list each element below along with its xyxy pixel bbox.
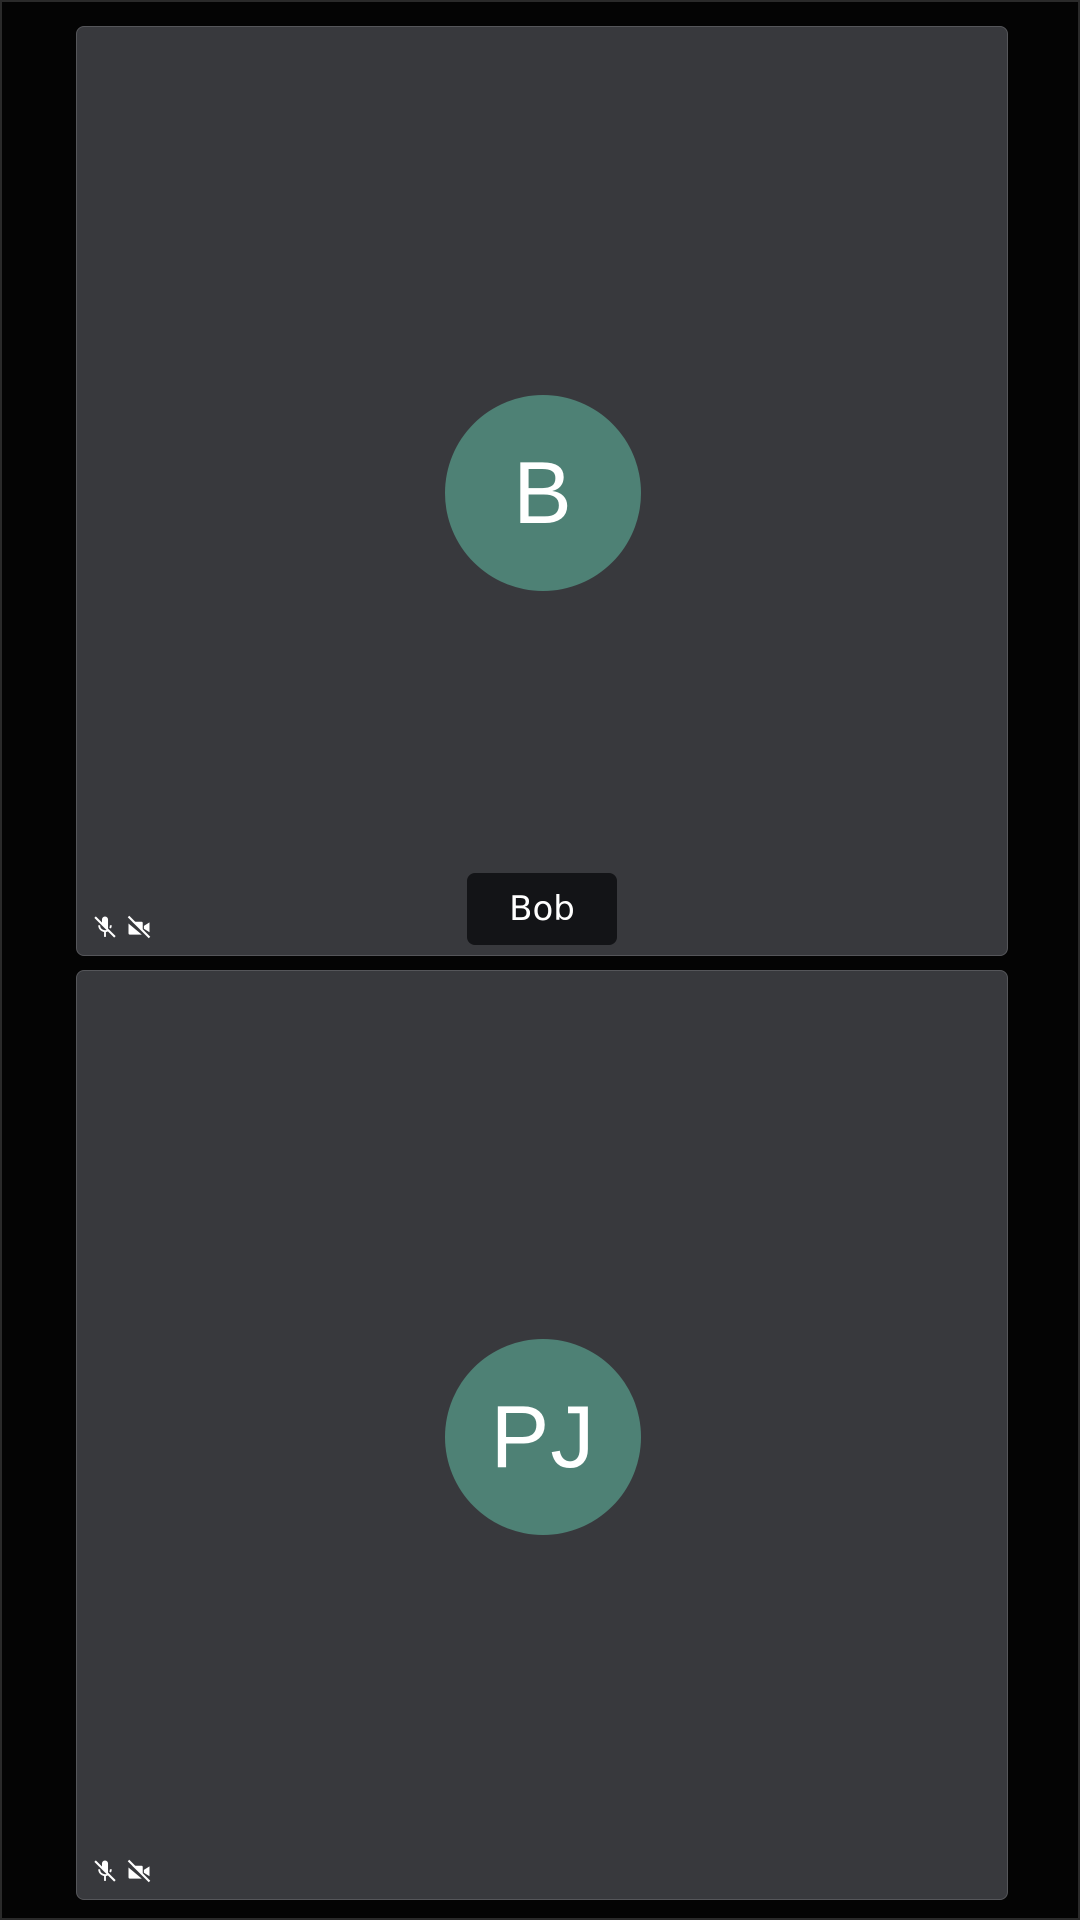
mic-off-icon [94,1860,116,1882]
mic-off-icon [94,916,116,938]
video-call-grid: B Bob PJ [0,0,1080,1920]
participant-name-label: Bob [467,873,617,945]
participant-status-icons [91,913,153,941]
participant-tile[interactable]: PJ [76,970,1008,1900]
avatar: PJ [445,1339,641,1535]
avatar-initials: B [513,443,573,542]
camera-off-icon [127,915,151,939]
participant-name: Bob [509,889,575,929]
avatar-initials: PJ [490,1387,596,1486]
camera-off-icon [127,1859,151,1883]
participant-tile[interactable]: B Bob [76,26,1008,956]
avatar: B [445,395,641,591]
participant-status-icons [91,1857,153,1885]
